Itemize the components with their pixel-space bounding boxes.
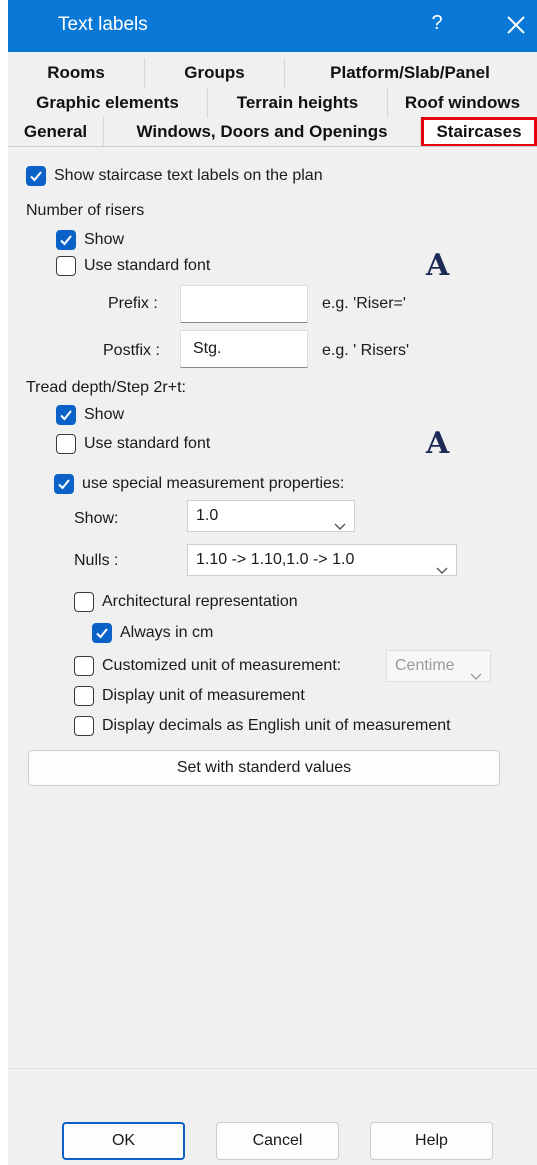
tab-roof-windows[interactable]: Roof windows (388, 88, 537, 118)
tab-rooms[interactable]: Rooms (8, 58, 145, 88)
special-measurement-label: use special measurement properties: (82, 475, 345, 492)
unit-combo[interactable]: Centime (386, 650, 491, 682)
unit-combo-value: Centime (395, 657, 455, 674)
tread-show-checkbox[interactable] (56, 405, 76, 425)
ok-button[interactable]: OK (62, 1122, 185, 1160)
customized-unit-label: Customized unit of measurement: (102, 657, 342, 674)
tread-font-icon[interactable]: A (426, 426, 449, 461)
risers-show-checkbox[interactable] (56, 230, 76, 250)
window-title: Text labels (58, 14, 148, 35)
risers-font-icon[interactable]: A (426, 248, 449, 283)
chevron-down-icon (470, 662, 482, 692)
risers-heading: Number of risers (26, 202, 145, 219)
always-cm-label: Always in cm (120, 624, 214, 641)
tread-standard-font-checkbox[interactable] (56, 434, 76, 454)
close-icon[interactable] (502, 10, 530, 40)
tabs-divider (8, 146, 537, 147)
english-decimals-checkbox[interactable] (74, 716, 94, 736)
tread-heading: Tread depth/Step 2r+t: (26, 379, 186, 396)
tab-staircases[interactable]: Staircases (421, 117, 537, 147)
show-combo-value: 1.0 (196, 507, 219, 524)
architectural-label: Architectural representation (102, 593, 298, 610)
prefix-hint: e.g. 'Riser=' (322, 295, 406, 312)
title-bar: Text labels ? (8, 0, 537, 52)
nulls-combo[interactable]: 1.10 -> 1.10,1.0 -> 1.0 (187, 544, 457, 576)
prefix-label: Prefix : (108, 295, 158, 312)
tab-groups[interactable]: Groups (145, 58, 285, 88)
risers-standard-font-label: Use standard font (84, 257, 211, 274)
nulls-combo-value: 1.10 -> 1.10,1.0 -> 1.0 (196, 551, 355, 568)
show-combo-label: Show: (74, 510, 119, 527)
tab-windows-doors-openings[interactable]: Windows, Doors and Openings (104, 117, 421, 147)
risers-show-label: Show (84, 231, 125, 248)
help-button[interactable]: Help (370, 1122, 493, 1160)
postfix-input[interactable]: Stg. (180, 330, 308, 368)
tab-graphic-elements[interactable]: Graphic elements (8, 88, 208, 118)
always-cm-checkbox[interactable] (92, 623, 112, 643)
footer-divider (8, 1068, 537, 1069)
chevron-down-icon (334, 512, 346, 542)
show-combo[interactable]: 1.0 (187, 500, 355, 532)
show-staircase-labels-checkbox[interactable] (26, 166, 46, 186)
show-staircase-labels-label: Show staircase text labels on the plan (54, 167, 323, 184)
tab-platform-slab-panel[interactable]: Platform/Slab/Panel (285, 58, 535, 88)
prefix-input[interactable] (180, 285, 308, 323)
tab-general[interactable]: General (8, 117, 104, 147)
customized-unit-checkbox[interactable] (74, 656, 94, 676)
tread-show-label: Show (84, 406, 125, 423)
english-decimals-label: Display decimals as English unit of meas… (102, 717, 451, 734)
postfix-hint: e.g. ' Risers' (322, 342, 410, 359)
chevron-down-icon (436, 556, 448, 586)
postfix-label: Postfix : (103, 342, 160, 359)
risers-standard-font-checkbox[interactable] (56, 256, 76, 276)
special-measurement-checkbox[interactable] (54, 474, 74, 494)
display-unit-checkbox[interactable] (74, 686, 94, 706)
tab-terrain-heights[interactable]: Terrain heights (208, 88, 388, 118)
tread-standard-font-label: Use standard font (84, 435, 211, 452)
help-icon[interactable]: ? (427, 12, 447, 35)
architectural-checkbox[interactable] (74, 592, 94, 612)
nulls-combo-label: Nulls : (74, 552, 119, 569)
cancel-button[interactable]: Cancel (216, 1122, 339, 1160)
set-standard-values-button[interactable]: Set with standerd values (28, 750, 500, 786)
display-unit-label: Display unit of measurement (102, 687, 305, 704)
